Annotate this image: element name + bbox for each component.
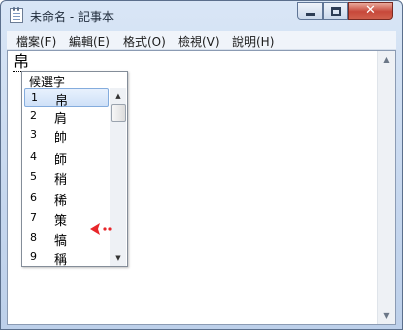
candidate-char: 帥: [54, 131, 68, 146]
maximize-icon: [331, 7, 341, 16]
candidate-number: 4: [30, 150, 37, 163]
candidate-item[interactable]: 6 稀: [24, 189, 109, 209]
candidate-item[interactable]: 3 帥: [24, 126, 109, 146]
candidate-char: 稀: [54, 194, 68, 209]
maximize-button[interactable]: [323, 2, 348, 20]
candidate-scroll-down-icon[interactable]: ▼: [110, 252, 126, 264]
candidate-number: 6: [30, 191, 37, 204]
ime-candidate-window: 候選字 1 帛 2 肩 3 帥 4 師 5 稍 6 稀 7 策 8 犒 9 稱 …: [21, 71, 128, 268]
minimize-icon: [306, 13, 315, 16]
window-title: 未命名 - 記事本: [30, 10, 114, 24]
candidate-char: 稍: [54, 173, 68, 188]
candidate-item[interactable]: 5 稍: [24, 168, 109, 188]
menu-bar: 檔案(F) 編輯(E) 格式(O) 檢視(V) 說明(H): [7, 31, 396, 50]
red-arrow-pointer-icon: [90, 223, 112, 235]
menu-format[interactable]: 格式(O): [123, 33, 166, 50]
scroll-down-icon[interactable]: ▼: [378, 307, 395, 324]
candidate-item[interactable]: 1 帛: [24, 88, 109, 109]
candidate-item[interactable]: 4 師: [24, 148, 109, 168]
candidate-number: 8: [30, 231, 37, 244]
menu-view[interactable]: 檢視(V): [178, 33, 220, 50]
candidate-scrollbar[interactable]: ▲ ▼: [110, 88, 126, 266]
candidate-scroll-up-icon[interactable]: ▲: [110, 90, 126, 102]
close-icon: ✕: [365, 3, 376, 18]
candidate-number: 2: [30, 109, 37, 122]
vertical-scrollbar[interactable]: ▲ ▼: [377, 51, 395, 324]
candidate-number: 7: [30, 211, 37, 224]
candidate-number: 1: [31, 91, 38, 104]
menu-help[interactable]: 說明(H): [232, 33, 274, 50]
menu-file[interactable]: 檔案(F): [16, 33, 56, 50]
scroll-up-icon[interactable]: ▲: [378, 51, 395, 68]
candidate-char: 稱: [54, 253, 68, 268]
candidate-number: 9: [30, 250, 37, 263]
candidate-item[interactable]: 9 稱: [24, 248, 109, 268]
candidate-char: 犒: [54, 234, 68, 249]
notepad-icon: [10, 7, 23, 23]
candidate-number: 5: [30, 170, 37, 183]
candidate-char: 策: [54, 214, 68, 229]
composing-text: 帛: [13, 52, 30, 72]
candidate-item[interactable]: 2 肩: [24, 107, 109, 127]
candidate-char: 師: [54, 153, 68, 168]
menu-edit[interactable]: 編輯(E): [69, 33, 110, 50]
title-bar[interactable]: 未命名 - 記事本 ✕: [1, 1, 402, 31]
candidate-scroll-thumb[interactable]: [111, 104, 126, 122]
close-button[interactable]: ✕: [348, 2, 393, 20]
candidate-char: 肩: [54, 112, 68, 127]
candidate-number: 3: [30, 128, 37, 141]
minimize-button[interactable]: [297, 2, 323, 20]
